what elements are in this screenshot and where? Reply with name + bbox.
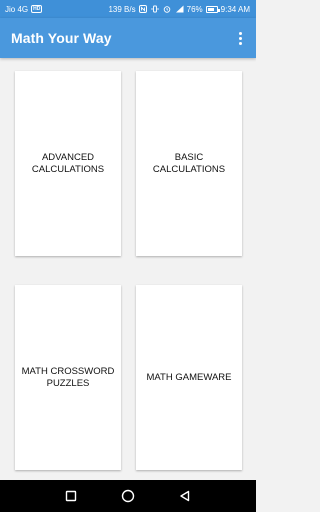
- advanced-calculations-label: ADVANCED CALCULATIONS: [31, 151, 105, 175]
- battery-fill: [207, 7, 214, 11]
- vibrate-icon: [151, 5, 160, 14]
- status-left: Jio 4G HD: [5, 4, 43, 14]
- menu-dot: [238, 41, 242, 45]
- alarm-icon: [163, 5, 172, 14]
- nfc-icon: [139, 5, 148, 14]
- signal-icon: [175, 5, 184, 14]
- triangle-back-icon[interactable]: [173, 484, 197, 508]
- circle-icon[interactable]: [116, 484, 140, 508]
- basic-calculations-card[interactable]: BASIC CALCULATIONS: [136, 71, 242, 256]
- basic-calculations-label: BASIC CALCULATIONS: [152, 151, 226, 175]
- carrier-label: Jio 4G: [5, 4, 29, 14]
- navigation-bar: [0, 480, 256, 512]
- math-gameware-label: MATH GAMEWARE: [146, 371, 232, 383]
- screen: Jio 4G HD 139 B/s 76% 9:34 AM Math Your …: [0, 0, 256, 512]
- menu-dot: [238, 31, 242, 35]
- app-bar: Math Your Way: [0, 18, 256, 58]
- network-speed: 139 B/s: [108, 4, 136, 14]
- math-gameware-card[interactable]: MATH GAMEWARE: [136, 285, 242, 470]
- status-right: 139 B/s 76% 9:34 AM: [108, 5, 250, 14]
- volte-badge: HD: [31, 5, 43, 13]
- clock: 9:34 AM: [220, 4, 250, 14]
- status-bar: Jio 4G HD 139 B/s 76% 9:34 AM: [0, 0, 256, 18]
- battery-icon: [205, 5, 220, 13]
- menu-dot: [238, 36, 242, 40]
- more-vert-icon[interactable]: [232, 26, 248, 50]
- math-crossword-puzzles-card[interactable]: MATH CROSSWORD PUZZLES: [15, 285, 121, 470]
- battery-percent: 76%: [186, 4, 203, 14]
- advanced-calculations-card[interactable]: ADVANCED CALCULATIONS: [15, 71, 121, 256]
- math-crossword-puzzles-label: MATH CROSSWORD PUZZLES: [21, 365, 115, 389]
- app-title: Math Your Way: [11, 30, 112, 46]
- square-icon[interactable]: [59, 484, 83, 508]
